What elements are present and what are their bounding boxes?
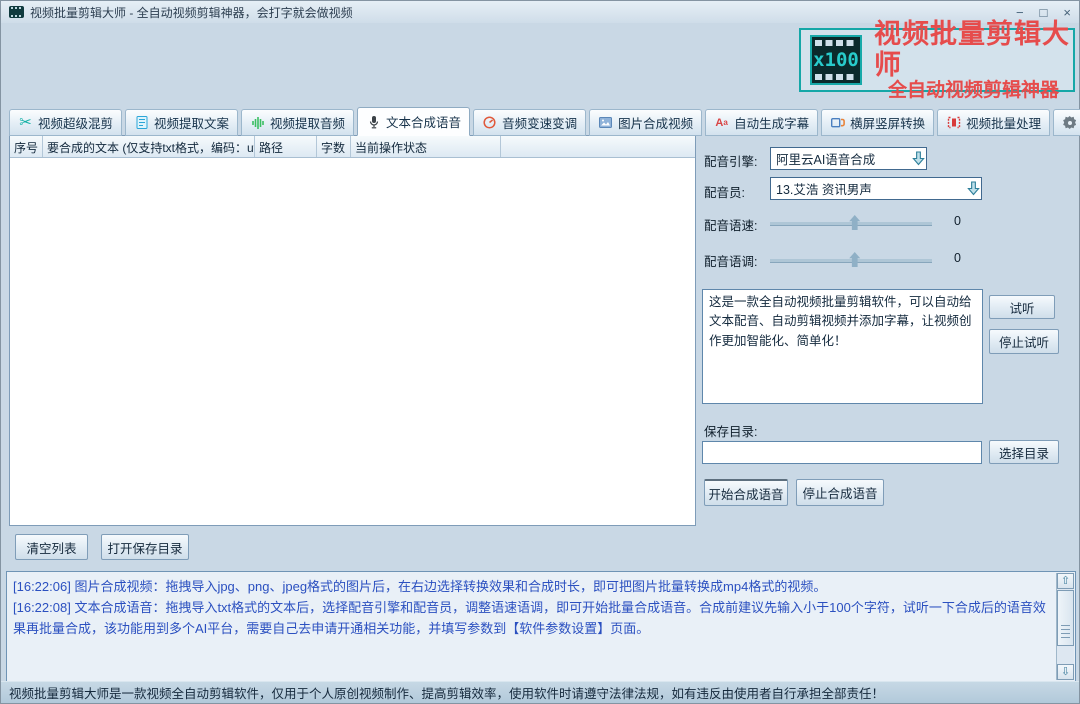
engine-value: 阿里云AI语音合成 [776, 149, 910, 168]
batch-icon [946, 115, 961, 130]
gauge-icon [482, 115, 497, 130]
start-synthesis-button[interactable]: 开始合成语音 [704, 479, 788, 506]
log-entry: [16:22:06] 图片合成视频：拖拽导入jpg、png、jpeg格式的图片后… [13, 577, 1049, 598]
maximize-button[interactable]: □ [1040, 6, 1048, 19]
col-text: 要合成的文本 (仅支持txt格式，编码：utf-8) [43, 136, 255, 157]
log-panel: [16:22:06] 图片合成视频：拖拽导入jpg、png、jpeg格式的图片后… [6, 571, 1076, 682]
tab-video-batch-process[interactable]: 视频批量处理 [937, 109, 1050, 136]
engine-dropdown[interactable]: 阿里云AI语音合成 [770, 147, 927, 170]
close-button[interactable]: × [1063, 6, 1071, 19]
pitch-label: 配音语调: [704, 251, 757, 270]
save-dir-input[interactable] [702, 441, 982, 464]
tab-video-extract-audio[interactable]: 视频提取音频 [241, 109, 354, 136]
scroll-down-icon[interactable]: ⇩ [1057, 664, 1074, 680]
open-save-dir-button[interactable]: 打开保存目录 [101, 534, 189, 560]
col-path: 路径 [255, 136, 317, 157]
clear-list-button[interactable]: 清空列表 [15, 534, 88, 560]
tab-landscape-portrait[interactable]: 横屏竖屏转换 [821, 109, 934, 136]
col-status: 当前操作状态 [351, 136, 501, 157]
tab-label: 音频变速变调 [502, 113, 577, 132]
tab-label: 视频提取音频 [270, 113, 345, 132]
speed-label: 配音语速: [704, 215, 757, 234]
brand-logo: x100 视频批量剪辑大师 全自动视频剪辑神器 [799, 28, 1075, 92]
col-index: 序号 [10, 136, 43, 157]
speed-slider[interactable] [770, 222, 932, 226]
document-icon [134, 115, 149, 130]
logo-title: 视频批量剪辑大师 [874, 19, 1073, 81]
preview-text-input[interactable]: 这是一款全自动视频批量剪辑软件，可以自动给文本配音、自动剪辑视频并添加字幕，让视… [702, 289, 983, 404]
down-arrow-icon[interactable] [910, 151, 926, 166]
log-scrollbar[interactable]: ⇧ ⇩ [1056, 573, 1074, 680]
minimize-button[interactable]: − [1016, 6, 1024, 19]
listen-button[interactable]: 试听 [989, 295, 1055, 319]
tab-label: 图片合成视频 [618, 113, 693, 132]
status-bar: 视频批量剪辑大师是一款视频全自动剪辑软件，仅用于个人原创视频制作、提高剪辑效率，… [1, 681, 1079, 703]
tab-image-to-video[interactable]: 图片合成视频 [589, 109, 702, 136]
logo-text: 视频批量剪辑大师 全自动视频剪辑神器 [874, 19, 1073, 102]
waveform-icon [250, 115, 265, 130]
speaker-value: 13.艾浩 资讯男声 [776, 179, 965, 198]
pitch-value: 0 [954, 251, 961, 265]
subtitle-aa-icon: Aa [714, 115, 729, 130]
col-empty [501, 136, 695, 157]
tab-label: 视频批量处理 [966, 113, 1041, 132]
tab-label: 文本合成语音 [386, 112, 461, 131]
tab-bar: ✂ 视频超级混剪 视频提取文案 视频提取音频 文本合成语音 音频变速变调 图片合… [9, 107, 1080, 136]
stop-synthesis-button[interactable]: 停止合成语音 [796, 479, 884, 506]
tab-video-super-mix[interactable]: ✂ 视频超级混剪 [9, 109, 122, 136]
tab-label: 横屏竖屏转换 [850, 113, 925, 132]
window-title: 视频批量剪辑大师 - 全自动视频剪辑神器，会打字就会做视频 [30, 4, 353, 21]
tab-label: 视频提取文案 [154, 113, 229, 132]
tab-software-settings[interactable]: 软件参数设置 [1053, 109, 1080, 136]
microphone-icon [366, 114, 381, 129]
pitch-slider[interactable] [770, 259, 932, 263]
speed-value: 0 [954, 214, 961, 228]
status-text: 视频批量剪辑大师是一款视频全自动剪辑软件，仅用于个人原创视频制作、提高剪辑效率，… [9, 683, 884, 702]
tab-text-to-speech[interactable]: 文本合成语音 [357, 107, 470, 136]
gear-icon [1062, 115, 1077, 130]
speaker-dropdown[interactable]: 13.艾浩 资讯男声 [770, 177, 982, 200]
film-x100-icon: x100 [810, 35, 862, 85]
tab-audio-speed-pitch[interactable]: 音频变速变调 [473, 109, 586, 136]
scrollbar-thumb[interactable] [1057, 590, 1074, 646]
log-entry: [16:22:08] 文本合成语音：拖拽导入txt格式的文本后，选择配音引擎和配… [13, 598, 1049, 640]
text-file-drop-area[interactable] [10, 158, 695, 525]
app-film-icon [9, 6, 24, 18]
scissors-icon: ✂ [18, 115, 33, 130]
tab-label: 视频超级混剪 [38, 113, 113, 132]
stop-listen-button[interactable]: 停止试听 [989, 329, 1059, 354]
table-header-row: 序号 要合成的文本 (仅支持txt格式，编码：utf-8) 路径 字数 当前操作… [10, 136, 695, 158]
rotate-screen-icon [830, 115, 845, 130]
text-file-table: 序号 要合成的文本 (仅支持txt格式，编码：utf-8) 路径 字数 当前操作… [9, 135, 696, 526]
tab-label: 自动生成字幕 [734, 113, 809, 132]
engine-label: 配音引擎: [704, 151, 757, 170]
speaker-label: 配音员: [704, 182, 745, 201]
down-arrow-icon[interactable] [965, 181, 981, 196]
col-word-count: 字数 [317, 136, 351, 157]
tab-auto-subtitles[interactable]: Aa 自动生成字幕 [705, 109, 818, 136]
tab-video-extract-text[interactable]: 视频提取文案 [125, 109, 238, 136]
logo-badge: x100 [813, 49, 859, 71]
choose-dir-button[interactable]: 选择目录 [989, 440, 1059, 464]
logo-subtitle: 全自动视频剪辑神器 [874, 81, 1073, 102]
speed-slider-thumb[interactable] [849, 215, 860, 230]
pitch-slider-thumb[interactable] [849, 252, 860, 267]
image-icon [598, 115, 613, 130]
scroll-up-icon[interactable]: ⇧ [1057, 573, 1074, 589]
save-dir-label: 保存目录: [704, 421, 757, 440]
